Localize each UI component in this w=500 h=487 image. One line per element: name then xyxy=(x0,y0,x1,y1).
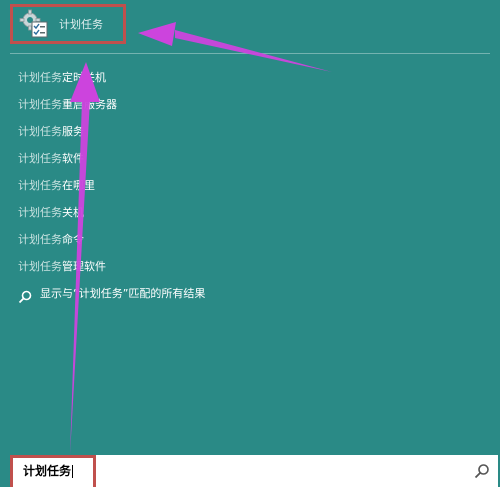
suggestion-item[interactable]: 计划任务软件 xyxy=(18,145,478,172)
suggestion-item[interactable]: 计划任务命令 xyxy=(18,226,478,253)
suggestion-completion: 重启服务器 xyxy=(62,98,117,111)
search-icon[interactable] xyxy=(474,463,490,479)
suggestion-item[interactable]: 计划任务在哪里 xyxy=(18,172,478,199)
text-caret xyxy=(72,465,74,478)
search-bar: 计划任务 xyxy=(10,455,498,487)
search-icon xyxy=(18,287,32,303)
suggestion-query: 计划任务 xyxy=(18,206,62,219)
suggestion-completion: 管理软件 xyxy=(62,260,106,273)
search-input-value: 计划任务 xyxy=(23,464,72,478)
divider xyxy=(10,53,490,54)
suggestion-completion: 软件 xyxy=(62,152,84,165)
annotation-arrowhead-left xyxy=(138,22,176,46)
suggestion-query: 计划任务 xyxy=(18,260,62,273)
suggestion-query: 计划任务 xyxy=(18,179,62,192)
suggestion-list: 计划任务定时关机 计划任务重启服务器 计划任务服务 计划任务软件 计划任务在哪里… xyxy=(18,64,478,307)
show-all-results-link[interactable]: 显示与“计划任务”匹配的所有结果 xyxy=(18,280,478,307)
suggestion-query: 计划任务 xyxy=(18,71,62,84)
suggestion-query: 计划任务 xyxy=(18,98,62,111)
suggestion-item[interactable]: 计划任务重启服务器 xyxy=(18,91,478,118)
suggestion-query: 计划任务 xyxy=(18,125,62,138)
suggestion-item[interactable]: 计划任务关机 xyxy=(18,199,478,226)
search-input[interactable]: 计划任务 xyxy=(10,455,96,487)
suggestion-completion: 关机 xyxy=(62,206,84,219)
top-result-task-scheduler[interactable]: 计划任务 xyxy=(10,4,126,44)
suggestion-item[interactable]: 计划任务服务 xyxy=(18,118,478,145)
suggestion-completion: 命令 xyxy=(62,233,84,246)
suggestion-item[interactable]: 计划任务定时关机 xyxy=(18,64,478,91)
top-result-label: 计划任务 xyxy=(59,18,103,31)
suggestion-completion: 在哪里 xyxy=(62,179,95,192)
show-all-results-text: 显示与“计划任务”匹配的所有结果 xyxy=(40,287,206,300)
task-scheduler-icon xyxy=(19,9,49,39)
suggestion-completion: 定时关机 xyxy=(62,71,106,84)
suggestion-item[interactable]: 计划任务管理软件 xyxy=(18,253,478,280)
suggestion-query: 计划任务 xyxy=(18,152,62,165)
suggestion-completion: 服务 xyxy=(62,125,84,138)
suggestion-query: 计划任务 xyxy=(18,233,62,246)
